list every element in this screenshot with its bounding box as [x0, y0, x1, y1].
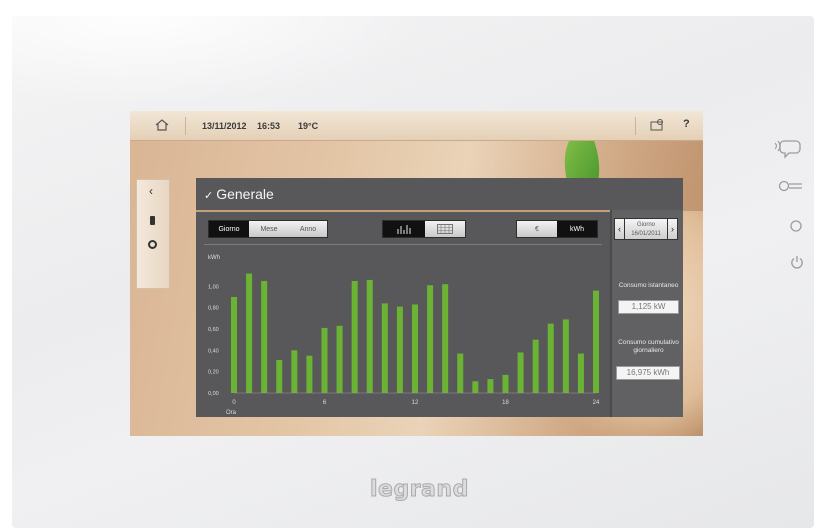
x-axis-label: Ora — [226, 410, 237, 416]
bar-hour-1[interactable] — [246, 273, 253, 393]
y-tick-label: 0,20 — [208, 370, 219, 376]
power-button[interactable] — [789, 254, 805, 274]
x-tick-label: 12 — [412, 400, 419, 406]
x-tick-label: 6 — [323, 400, 327, 406]
bar-hour-16[interactable] — [472, 381, 479, 393]
period-selector: Giorno Mese Anno — [208, 220, 328, 238]
tab-anno[interactable]: Anno — [289, 221, 327, 237]
circle-icon — [790, 220, 802, 232]
y-tick-label: 1,00 — [208, 284, 219, 290]
prev-day-button[interactable]: ‹ — [614, 218, 625, 240]
back-chevron-icon[interactable]: ‹ — [149, 184, 153, 198]
bar-hour-13[interactable] — [427, 285, 434, 393]
bar-hour-4[interactable] — [291, 350, 298, 393]
bar-view-button[interactable] — [383, 221, 425, 237]
home-circle-button[interactable] — [789, 218, 803, 237]
y-tick-label: 0,00 — [208, 391, 219, 397]
voice-call-button[interactable] — [772, 137, 802, 163]
bar-hour-9[interactable] — [366, 279, 373, 393]
messages-icon[interactable] — [650, 119, 664, 133]
consumption-bar-chart: kWh 0,00 0,20 0,40 0,60 0,80 1,00 0 6 12 18 24 Or… — [208, 255, 600, 416]
bar-hour-21[interactable] — [547, 323, 554, 393]
bar-hour-0[interactable] — [231, 297, 237, 393]
divider — [635, 117, 636, 135]
device-icon[interactable] — [150, 216, 155, 225]
tab-mese[interactable]: Mese — [249, 221, 289, 237]
bar-hour-17[interactable] — [487, 379, 494, 393]
bar-hour-3[interactable] — [276, 359, 283, 393]
bar-hour-23[interactable] — [577, 353, 584, 393]
unit-kwh-button[interactable]: kWh — [557, 221, 597, 237]
cumulative-consumption-value: 16,975 kWh — [616, 366, 680, 380]
y-tick-label: 0,40 — [208, 348, 219, 354]
bar-hour-22[interactable] — [562, 319, 569, 393]
day-label: Giorno — [636, 222, 655, 228]
bar-hour-10[interactable] — [381, 303, 388, 393]
status-bar: 13/11/2012 16:53 19°C ? — [130, 111, 703, 141]
day-navigator: ‹ Giorno 16/01/2011 › — [614, 218, 678, 240]
bar-hour-15[interactable] — [457, 353, 464, 393]
x-tick-label: 0 — [232, 400, 236, 406]
next-day-button[interactable]: › — [667, 218, 678, 240]
door-key-button[interactable] — [778, 178, 804, 197]
home-icon[interactable] — [154, 118, 170, 134]
energy-panel: ✓ Generale Giorno Mese Anno € kWh kWh 0,0… — [196, 178, 683, 417]
bar-hour-6[interactable] — [321, 327, 328, 393]
page-title-text: Generale — [216, 186, 274, 202]
bar-hour-8[interactable] — [351, 281, 358, 393]
divider — [185, 117, 186, 135]
brand-logo: legrand — [370, 477, 469, 503]
table-grid-icon — [437, 224, 453, 234]
power-icon — [791, 256, 803, 269]
title-underline — [196, 210, 610, 212]
bar-hour-20[interactable] — [532, 339, 539, 393]
bar-hour-19[interactable] — [517, 352, 524, 393]
page-title: ✓ Generale — [204, 186, 274, 202]
info-column: ‹ Giorno 16/01/2011 › Consumo istantaneo… — [610, 210, 683, 417]
bar-hour-11[interactable] — [396, 306, 403, 393]
bar-hour-24[interactable] — [593, 290, 599, 393]
day-display: Giorno 16/01/2011 — [625, 218, 667, 240]
bar-chart-icon — [397, 225, 411, 234]
bar-hour-2[interactable] — [261, 281, 268, 393]
x-tick-label: 24 — [593, 400, 600, 406]
speech-bubble-icon — [774, 140, 801, 159]
bar-hour-18[interactable] — [502, 374, 509, 393]
date-text: 13/11/2012 — [202, 121, 247, 131]
help-button[interactable]: ? — [683, 118, 690, 130]
settings-icon[interactable] — [148, 240, 157, 249]
unit-selector: € kWh — [516, 220, 598, 238]
key-icon — [778, 180, 802, 192]
instant-consumption-value: 1,125 kW — [618, 300, 679, 314]
bar-hour-5[interactable] — [306, 355, 313, 393]
bar-hour-12[interactable] — [412, 304, 418, 393]
table-view-button[interactable] — [425, 221, 465, 237]
tab-giorno[interactable]: Giorno — [209, 221, 249, 237]
x-tick-label: 18 — [502, 400, 509, 406]
edit-pencil-icon[interactable]: ✓ — [204, 190, 213, 202]
y-tick-label: 0,60 — [208, 327, 219, 333]
y-axis-label: kWh — [208, 255, 220, 261]
cumulative-consumption-label: Consumo cumulativo giornaliero — [618, 339, 679, 354]
bar-hour-7[interactable] — [336, 325, 343, 393]
instant-consumption-label: Consumo istantaneo — [618, 282, 679, 289]
temperature-text: 19°C — [298, 121, 319, 131]
bar-hour-14[interactable] — [442, 284, 449, 393]
view-selector — [382, 220, 466, 238]
y-tick-label: 0,80 — [208, 306, 219, 312]
day-date: 16/01/2011 — [631, 231, 661, 237]
time-text: 16:53 — [257, 121, 281, 131]
touch-screen: 13/11/2012 16:53 19°C ? ‹ ✓ Generale Gior… — [130, 111, 703, 436]
unit-euro-button[interactable]: € — [517, 221, 557, 237]
side-menu: ‹ — [136, 179, 170, 289]
